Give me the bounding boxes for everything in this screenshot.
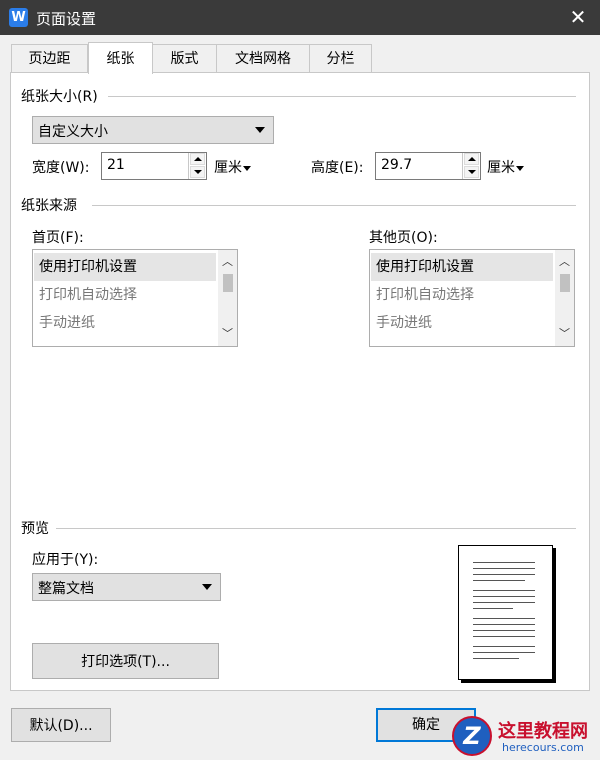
- tab-margins[interactable]: 页边距: [11, 44, 88, 73]
- paper-size-group-label: 纸张大小(R): [21, 86, 102, 106]
- caret-down-icon: [516, 165, 524, 171]
- list-item[interactable]: 使用打印机设置: [371, 253, 553, 281]
- wps-writer-icon: W: [9, 8, 28, 27]
- decrement-button[interactable]: [464, 166, 479, 178]
- scroll-down-icon[interactable]: ﹀: [555, 324, 574, 344]
- increment-button[interactable]: [464, 153, 479, 165]
- apply-to-label: 应用于(Y):: [32, 552, 99, 568]
- list-item[interactable]: 打印机自动选择: [371, 281, 553, 309]
- print-options-button[interactable]: 打印选项(T)...: [32, 643, 219, 679]
- default-button[interactable]: 默认(D)...: [11, 708, 111, 742]
- group-divider: [56, 528, 576, 529]
- width-stepper[interactable]: 21: [101, 152, 207, 180]
- apply-to-select[interactable]: 整篇文档: [32, 573, 221, 601]
- tab-columns[interactable]: 分栏: [309, 44, 372, 73]
- list-item[interactable]: 手动进纸: [371, 309, 553, 337]
- chevron-down-icon: [255, 127, 265, 133]
- height-label: 高度(E):: [311, 160, 364, 176]
- first-page-label: 首页(F):: [32, 230, 84, 246]
- height-unit-dropdown[interactable]: 厘米: [487, 157, 524, 177]
- site-logo-icon: Z: [452, 716, 492, 756]
- first-page-listbox[interactable]: 使用打印机设置 打印机自动选择 手动进纸 ︿ ﹀: [32, 249, 238, 347]
- width-unit-dropdown[interactable]: 厘米: [214, 157, 251, 177]
- scroll-thumb[interactable]: [560, 274, 570, 292]
- group-divider: [92, 205, 576, 206]
- list-item[interactable]: 手动进纸: [34, 309, 216, 337]
- width-value: 21: [107, 157, 125, 173]
- tab-layout[interactable]: 版式: [152, 44, 217, 73]
- decrement-button[interactable]: [190, 166, 205, 178]
- list-item[interactable]: 打印机自动选择: [34, 281, 216, 309]
- scroll-up-icon[interactable]: ︿: [555, 252, 574, 272]
- height-stepper[interactable]: 29.7: [375, 152, 481, 180]
- apply-to-value: 整篇文档: [38, 581, 94, 597]
- list-item[interactable]: 使用打印机设置: [34, 253, 216, 281]
- paper-source-group-label: 纸张来源: [21, 195, 81, 215]
- other-pages-listbox[interactable]: 使用打印机设置 打印机自动选择 手动进纸 ︿ ﹀: [369, 249, 575, 347]
- scrollbar[interactable]: ︿ ﹀: [218, 250, 237, 346]
- other-pages-label: 其他页(O):: [369, 230, 438, 246]
- chevron-down-icon: [202, 584, 212, 590]
- dialog-title: 页面设置: [36, 10, 97, 28]
- watermark-title: 这里教程网: [498, 721, 588, 742]
- page-preview: [458, 545, 553, 680]
- close-icon[interactable]: ✕: [560, 2, 596, 32]
- title-bar: W 页面设置 ✕: [0, 0, 600, 35]
- caret-down-icon: [243, 165, 251, 171]
- tab-document-grid[interactable]: 文档网格: [216, 44, 310, 73]
- scroll-thumb[interactable]: [223, 274, 233, 292]
- group-divider: [108, 96, 576, 97]
- watermark-url: herecours.com: [502, 741, 584, 754]
- height-value: 29.7: [381, 157, 413, 173]
- increment-button[interactable]: [190, 153, 205, 165]
- scroll-up-icon[interactable]: ︿: [218, 252, 237, 272]
- site-watermark: Z 这里教程网 herecours.com: [452, 716, 600, 760]
- paper-size-select[interactable]: 自定义大小: [32, 116, 274, 144]
- scroll-down-icon[interactable]: ﹀: [218, 324, 237, 344]
- paper-size-value: 自定义大小: [38, 124, 108, 140]
- width-label: 宽度(W):: [32, 160, 90, 176]
- tab-paper[interactable]: 纸张: [88, 42, 153, 74]
- scrollbar[interactable]: ︿ ﹀: [555, 250, 574, 346]
- preview-group-label: 预览: [21, 518, 53, 538]
